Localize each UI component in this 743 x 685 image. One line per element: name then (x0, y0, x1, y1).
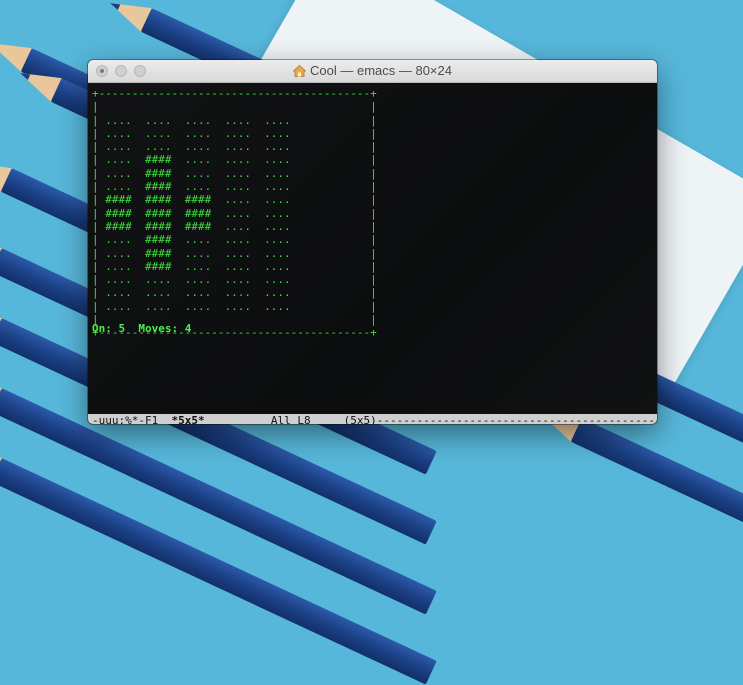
board-row: | #### #### #### .... .... | (92, 219, 377, 233)
board-row: | .... #### .... .... .... | (92, 153, 377, 167)
board-row: | .... .... .... .... .... | (92, 113, 377, 127)
terminal-window: Cool — emacs — 80×24 +------------------… (88, 60, 657, 424)
modeline-fill: ----------------------------------------… (376, 414, 657, 424)
title-bar[interactable]: Cool — emacs — 80×24 (88, 60, 657, 83)
modeline-position: All L8 (5x5) (204, 414, 377, 424)
modeline-prefix: -uuu:%*-F1 (92, 414, 172, 424)
game-board[interactable]: +---------------------------------------… (92, 87, 377, 340)
board-row: | #### #### #### .... .... | (92, 193, 377, 207)
board-row: | .... #### .... .... .... | (92, 180, 377, 194)
board-row: | | (92, 100, 377, 114)
board-row: | .... .... .... .... .... | (92, 126, 377, 140)
modeline-buffer-name: *5x5* (171, 414, 205, 424)
board-row: | #### #### #### .... .... | (92, 206, 377, 220)
board-row: | .... .... .... .... .... | (92, 273, 377, 287)
board-row: | .... #### .... .... .... | (92, 246, 377, 260)
window-title: Cool — emacs — 80×24 (310, 63, 452, 78)
terminal-content[interactable]: +---------------------------------------… (88, 83, 657, 424)
game-status: On: 5 Moves: 4 (92, 322, 192, 335)
window-title-container: Cool — emacs — 80×24 (88, 63, 657, 80)
board-row: +---------------------------------------… (92, 87, 377, 100)
background-pencil (534, 401, 743, 645)
board-row: | .... .... .... .... .... | (92, 286, 377, 300)
mode-line: -uuu:%*-F1 *5x5* All L8 (5x5)-----------… (88, 414, 657, 424)
board-row: | .... #### .... .... .... | (92, 259, 377, 273)
home-folder-icon (292, 64, 307, 80)
board-row: | .... .... .... .... .... | (92, 140, 377, 154)
board-row: | .... .... .... .... .... | (92, 299, 377, 313)
board-row: | .... #### .... .... .... | (92, 166, 377, 180)
board-row: | .... #### .... .... .... | (92, 233, 377, 247)
